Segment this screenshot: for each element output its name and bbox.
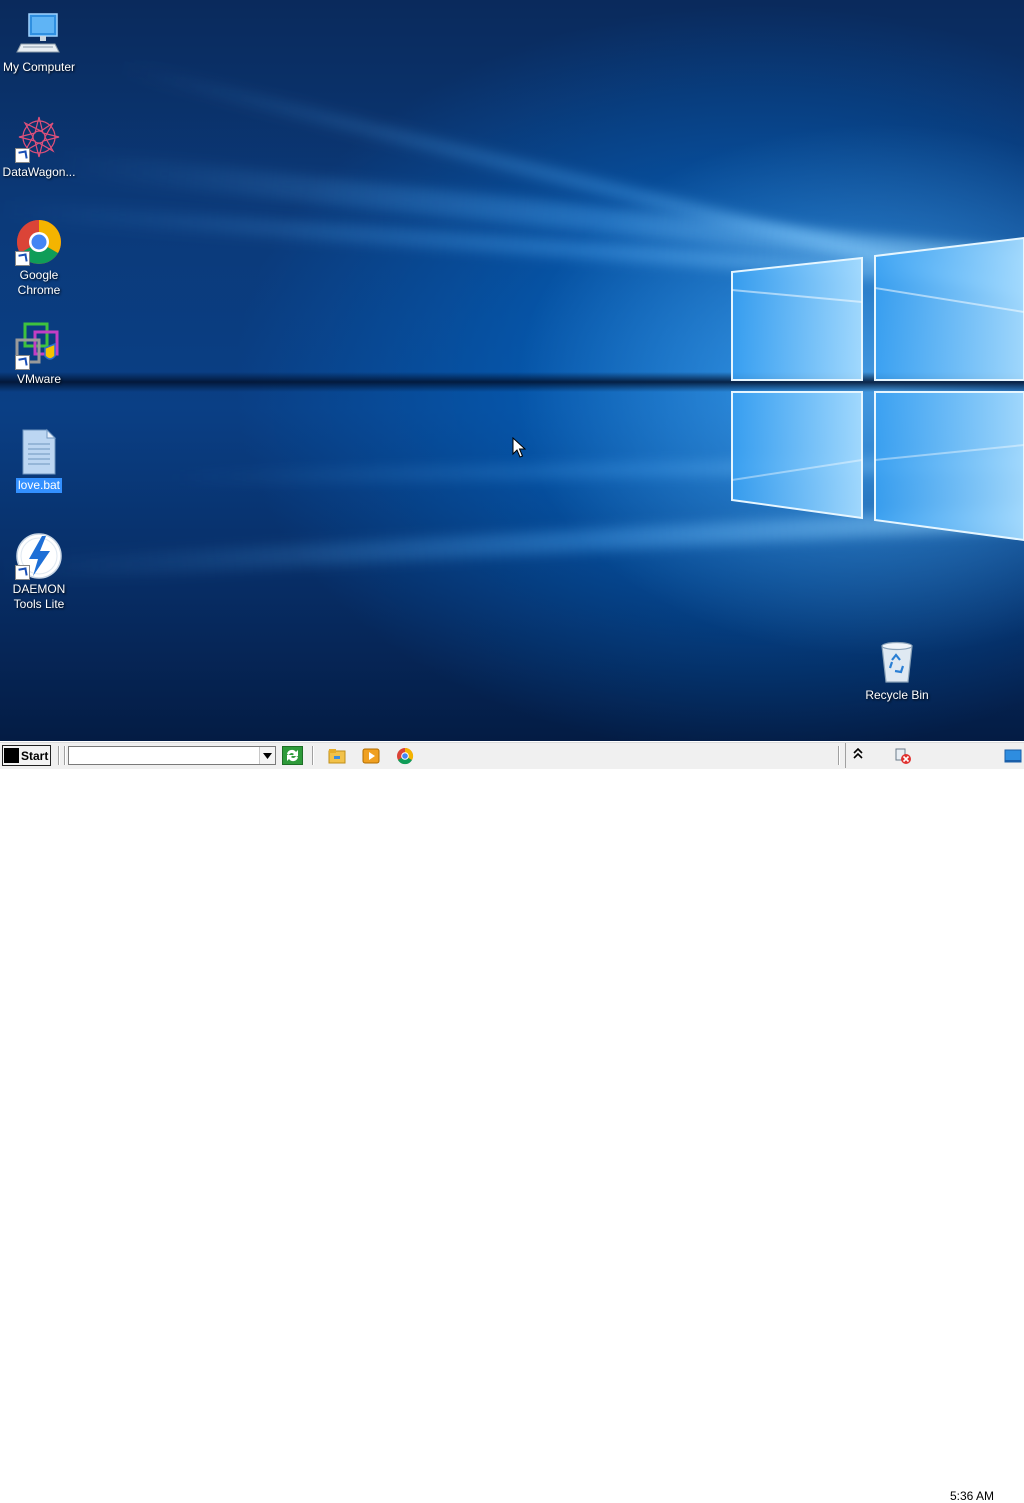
chrome-icon[interactable] bbox=[396, 747, 414, 765]
desktop-icon-label: DAEMON Tools Lite bbox=[12, 582, 66, 611]
desktop-icon-datawagon[interactable]: DataWagon... bbox=[0, 115, 78, 180]
network-disconnected-icon[interactable] bbox=[894, 747, 912, 765]
start-button[interactable]: Start bbox=[2, 745, 51, 766]
desktop-icon-love-bat[interactable]: love.bat bbox=[0, 428, 78, 493]
desktop-icon-label: Recycle Bin bbox=[865, 688, 929, 702]
system-tray bbox=[845, 743, 1024, 768]
address-bar[interactable] bbox=[68, 746, 276, 765]
desktop-icon-vmware[interactable]: VMware bbox=[0, 322, 78, 387]
taskbar-clock[interactable]: 5:36 AM bbox=[950, 1489, 994, 1503]
desktop-icon-recycle-bin[interactable]: Recycle Bin bbox=[857, 638, 937, 703]
mouse-cursor-icon bbox=[512, 437, 526, 458]
address-input[interactable] bbox=[69, 747, 263, 764]
address-dropdown-button[interactable] bbox=[259, 747, 275, 764]
media-player-icon[interactable] bbox=[362, 747, 380, 765]
file-explorer-icon[interactable] bbox=[328, 747, 346, 765]
shortcut-arrow-icon bbox=[15, 251, 30, 266]
desktop-icon-my-computer[interactable]: My Computer bbox=[0, 10, 78, 75]
taskbar-separator bbox=[312, 746, 314, 765]
batch-file-icon bbox=[22, 428, 57, 475]
desktop-icon-daemon-tools-lite[interactable]: DAEMON Tools Lite bbox=[0, 532, 78, 612]
go-button[interactable] bbox=[282, 746, 303, 765]
taskbar-separator bbox=[838, 746, 840, 765]
refresh-arrows-icon bbox=[287, 749, 298, 762]
computer-icon bbox=[16, 13, 60, 53]
desktop-icon-label: Google Chrome bbox=[17, 268, 61, 297]
shortcut-arrow-icon bbox=[15, 148, 30, 163]
taskbar-separator bbox=[64, 746, 66, 765]
desktop-icon-label: DataWagon... bbox=[2, 165, 76, 179]
shortcut-arrow-icon bbox=[15, 565, 30, 580]
desktop-icon-google-chrome[interactable]: Google Chrome bbox=[0, 218, 78, 298]
recycle-bin-icon bbox=[881, 641, 913, 683]
desktop-icon-label: VMware bbox=[16, 372, 61, 386]
chevron-down-icon bbox=[263, 752, 272, 759]
desktop[interactable]: My Computer DataWagon... Google Chrome V… bbox=[0, 0, 1024, 741]
start-label: Start bbox=[21, 748, 49, 763]
taskbar-separator bbox=[58, 746, 60, 765]
windows-logo-wallpaper bbox=[731, 236, 1024, 542]
show-hidden-icons-chevron-icon[interactable] bbox=[853, 748, 863, 760]
desktop-icon-label: My Computer bbox=[2, 60, 76, 74]
shortcut-arrow-icon bbox=[15, 355, 30, 370]
start-icon bbox=[4, 748, 19, 763]
show-desktop-icon[interactable] bbox=[1004, 748, 1022, 764]
taskbar: Start 5:36 AM bbox=[0, 741, 1024, 1503]
desktop-icon-label: love.bat bbox=[15, 478, 63, 493]
